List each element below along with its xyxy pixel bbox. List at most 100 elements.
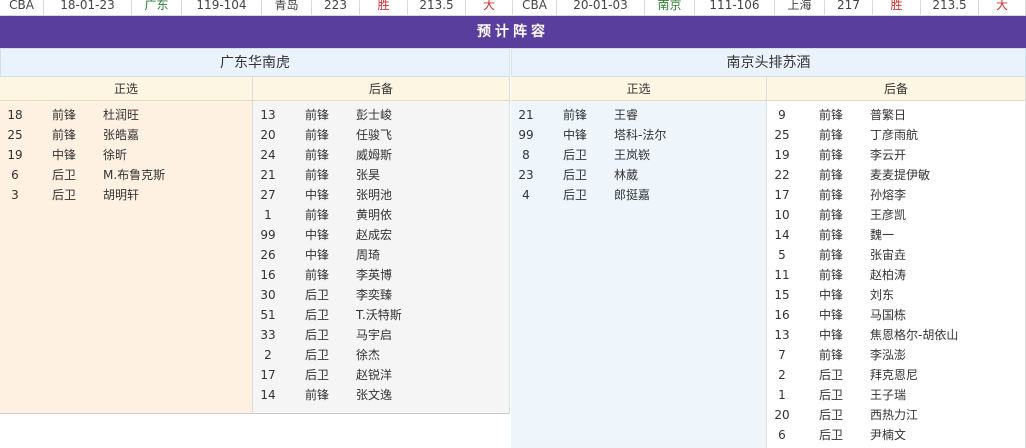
team-panel-home: 广东华南虎 正选 18 前锋 杜润旺 25 前锋 张皓嘉 19 中锋 徐昕 6 后卫 M.布鲁克斯 3 后… — [0, 48, 510, 448]
match-cell: 111-106 — [695, 0, 775, 15]
player-number: 26 — [260, 248, 276, 262]
player-row: 99 中锋 塔科-法尔 — [511, 125, 766, 145]
match-cell: 南京 — [645, 0, 695, 15]
player-row: 17 前锋 孙熔李 — [767, 185, 1025, 205]
player-number: 22 — [774, 168, 790, 182]
bench-header: 后备 — [253, 77, 509, 101]
player-position: 前锋 — [52, 108, 77, 122]
player-position: 后卫 — [52, 188, 77, 202]
player-number: 17 — [774, 188, 790, 202]
player-position: 后卫 — [819, 428, 844, 442]
player-number: 13 — [774, 328, 790, 342]
player-name: 丁彦雨航 — [870, 128, 919, 142]
player-row: 3 后卫 胡明轩 — [0, 185, 252, 205]
match-cell: 大 — [979, 0, 1026, 15]
player-row: 4 后卫 郎挺嘉 — [511, 185, 766, 205]
player-name: 尹楠文 — [870, 428, 907, 442]
match-cell: 胜 — [360, 0, 408, 15]
player-name: 王睿 — [614, 108, 639, 122]
player-row: 2 后卫 徐杰 — [253, 345, 509, 365]
player-number: 24 — [260, 148, 276, 162]
player-position: 前锋 — [819, 348, 844, 362]
bench-header: 后备 — [767, 77, 1025, 101]
starters-header: 正选 — [511, 77, 766, 101]
player-number: 9 — [778, 108, 786, 122]
player-row: 15 中锋 刘东 — [767, 285, 1025, 305]
player-position: 后卫 — [305, 328, 330, 342]
player-number: 33 — [260, 328, 276, 342]
player-position: 后卫 — [819, 388, 844, 402]
player-number: 4 — [522, 188, 530, 202]
player-position: 前锋 — [819, 168, 844, 182]
player-position: 前锋 — [305, 268, 330, 282]
bench-column: 后备 9 前锋 普繁日 25 前锋 丁彦雨航 19 前锋 李云开 22 前锋 麦麦提伊敏 17 前锋 孙熔李… — [767, 77, 1026, 448]
player-row: 27 中锋 张明池 — [253, 185, 509, 205]
player-position: 中锋 — [563, 128, 588, 142]
player-position: 中锋 — [52, 148, 77, 162]
player-row: 26 中锋 周琦 — [253, 245, 509, 265]
player-row: 30 后卫 李奕臻 — [253, 285, 509, 305]
match-cell: 18-01-23 — [44, 0, 132, 15]
player-position: 前锋 — [819, 268, 844, 282]
player-name: 孙熔李 — [870, 188, 907, 202]
player-name: 马宇启 — [356, 328, 393, 342]
player-name: 威姆斯 — [356, 148, 393, 162]
player-position: 后卫 — [563, 168, 588, 182]
player-row: 23 后卫 林葳 — [511, 165, 766, 185]
player-row: 24 前锋 威姆斯 — [253, 145, 509, 165]
player-number: 7 — [778, 348, 786, 362]
player-row: 51 后卫 T.沃特斯 — [253, 305, 509, 325]
player-row: 14 前锋 魏一 — [767, 225, 1025, 245]
player-number: 25 — [774, 128, 790, 142]
team-name: 广东华南虎 — [0, 48, 510, 77]
player-row: 14 前锋 张文逸 — [253, 385, 509, 405]
player-row: 19 前锋 李云开 — [767, 145, 1025, 165]
starters-header: 正选 — [0, 77, 252, 101]
player-row: 1 后卫 王子瑞 — [767, 385, 1025, 405]
player-name: 赵锐洋 — [356, 368, 393, 382]
player-name: 黄明依 — [356, 208, 393, 222]
player-row: 11 前锋 赵柏涛 — [767, 265, 1025, 285]
player-name: 周琦 — [356, 248, 381, 262]
player-name: 李云开 — [870, 148, 907, 162]
player-row: 19 中锋 徐昕 — [0, 145, 252, 165]
player-name: 张明池 — [356, 188, 393, 202]
player-position: 前锋 — [819, 188, 844, 202]
player-position: 前锋 — [819, 148, 844, 162]
player-number: 5 — [778, 248, 786, 262]
section-title: 预计阵容 — [0, 16, 1026, 48]
team-panel-away: 南京头排苏酒 正选 21 前锋 王睿 99 中锋 塔科-法尔 8 后卫 王岚嵚 23 后卫 林葳 4 后卫… — [511, 48, 1026, 448]
previous-match-row: CBA 18-01-23 广东 119-104 青岛 223 胜 213.5 大 CBA 20-0… — [0, 0, 1026, 16]
player-row: 6 后卫 M.布鲁克斯 — [0, 165, 252, 185]
player-number: 20 — [774, 408, 790, 422]
player-number: 10 — [774, 208, 790, 222]
player-row: 99 中锋 赵成宏 — [253, 225, 509, 245]
player-number: 14 — [774, 228, 790, 242]
match-cell: 223 — [312, 0, 360, 15]
player-name: 林葳 — [614, 168, 639, 182]
player-name: T.沃特斯 — [356, 308, 402, 322]
player-position: 中锋 — [819, 308, 844, 322]
player-row: 5 前锋 张宙垚 — [767, 245, 1025, 265]
player-row: 6 后卫 尹楠文 — [767, 425, 1025, 445]
player-position: 后卫 — [563, 148, 588, 162]
match-cell: CBA — [513, 0, 557, 15]
player-number: 2 — [264, 348, 272, 362]
player-number: 51 — [260, 308, 276, 322]
player-number: 18 — [7, 108, 23, 122]
player-number: 14 — [260, 388, 276, 402]
player-name: 塔科-法尔 — [614, 128, 667, 142]
player-number: 16 — [774, 308, 790, 322]
player-name: 任骏飞 — [356, 128, 393, 142]
player-number: 6 — [778, 428, 786, 442]
player-name: 徐杰 — [356, 348, 381, 362]
starters-column: 正选 21 前锋 王睿 99 中锋 塔科-法尔 8 后卫 王岚嵚 23 后卫 林葳 4 后卫 郎挺嘉 — [511, 77, 767, 448]
player-name: 李泓澎 — [870, 348, 907, 362]
player-number: 30 — [260, 288, 276, 302]
player-name: 王子瑞 — [870, 388, 907, 402]
player-row: 1 前锋 黄明依 — [253, 205, 509, 225]
player-name: 张昊 — [356, 168, 381, 182]
match-cell: 上海 — [775, 0, 825, 15]
match-cell: 119-104 — [182, 0, 262, 15]
player-number: 13 — [260, 108, 276, 122]
